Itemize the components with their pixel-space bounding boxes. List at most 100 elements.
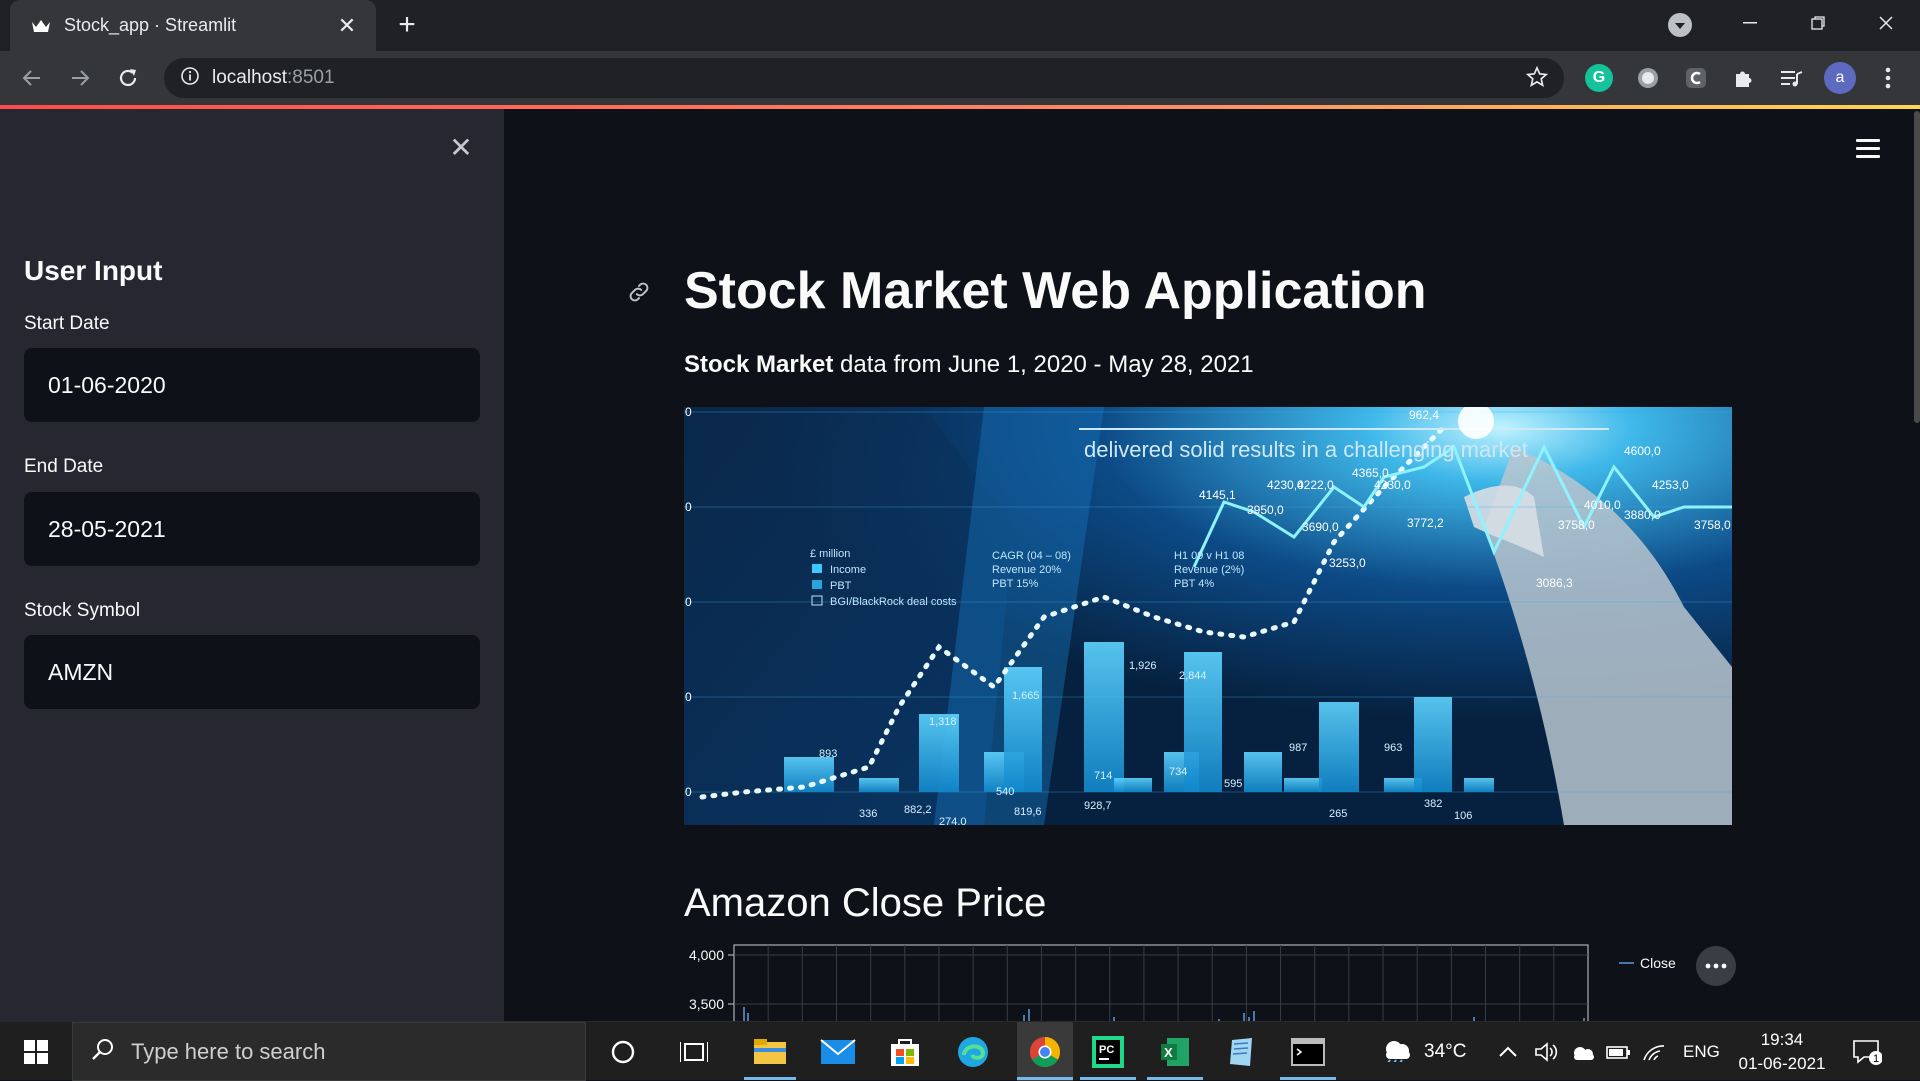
hero-bar [1414,697,1452,792]
notifications-icon[interactable]: 1 [1852,1022,1882,1081]
browser-menu-icon[interactable] [1874,64,1902,92]
close-window-button[interactable] [1852,0,1920,45]
main-content: Stock Market Web Application Stock Marke… [504,109,1920,1021]
sidebar-close-icon[interactable]: ✕ [446,133,476,163]
hero-bar-label: 2,844 [1179,670,1207,682]
forward-arrow-icon[interactable] [64,62,96,94]
hero-point-label: 4230,0 [1374,478,1411,492]
extension-circle-icon[interactable] [1634,64,1662,92]
file-explorer-icon[interactable] [748,1030,792,1074]
grammarly-extension-icon[interactable]: G [1585,64,1613,92]
hero-point-label: 3690,0 [1302,520,1339,534]
hero-bar-label: 963 [1384,742,1402,754]
hero-bar-label: 274,0 [939,816,967,825]
microsoft-store-icon[interactable] [883,1030,927,1074]
hero-bar-label: 595 [1224,778,1242,790]
mail-icon[interactable] [816,1030,860,1074]
clock-date: 01-06-2021 [1738,1054,1826,1073]
hero-note: CAGR (04 – 08) [992,550,1071,562]
hero-bar-label: 893 [819,748,837,760]
hero-point-label: 4010,0 [1584,498,1621,512]
hero-headline: delivered solid results in a challenging… [1084,437,1528,462]
bookmark-star-icon[interactable] [1525,65,1549,93]
hero-bar [1284,778,1322,792]
clock-time: 19:34 [1760,1030,1804,1049]
info-icon[interactable] [180,66,200,91]
hero-point-label: 3950,0 [1247,503,1284,517]
end-date-input[interactable]: 28-05-2021 [24,492,480,566]
hero-bar-label: 734 [1169,766,1187,778]
notification-count: 1 [1873,1053,1879,1065]
chrome-icon[interactable] [1017,1022,1073,1081]
hero-point-label: 3253,0 [1329,556,1366,570]
reload-icon[interactable] [112,62,144,94]
end-date-label: End Date [24,456,104,477]
media-queue-icon[interactable] [1778,64,1806,92]
stock-symbol-input[interactable]: AMZN [24,635,480,709]
hero-bar-label: 106 [1454,810,1472,822]
hero-bar [1004,667,1042,792]
hero-bar-label: 928,7 [1084,800,1112,812]
scrollbar-thumb[interactable] [1914,111,1920,423]
hero-point-label: 962,4 [1409,408,1439,422]
hero-point-label: 4600,0 [1624,444,1661,458]
hero-bar-label: 1,318 [929,716,957,728]
chart-y-tick-label: 4,000 [689,947,724,963]
edge-browser-icon[interactable] [951,1030,995,1074]
restore-button[interactable] [1784,0,1852,45]
show-hidden-icons-chevron-icon[interactable] [1498,1022,1518,1081]
extension-c-icon[interactable] [1682,64,1710,92]
address-bar[interactable]: localhost:8501 [164,58,1564,98]
wifi-icon[interactable] [1642,1022,1666,1081]
cortana-icon[interactable] [601,1030,645,1074]
new-tab-button[interactable]: + [390,8,424,42]
browser-tab[interactable]: Stock_app · Streamlit ✕ [10,0,376,51]
tab-title: Stock_app · Streamlit [64,15,237,35]
windows-start-icon[interactable] [0,1022,72,1081]
window-controls [1716,0,1920,45]
sidebar: ✕ User Input Start Date 01-06-2020 End D… [0,109,504,1021]
search-icon [91,1037,115,1066]
hero-note: PBT 15% [992,578,1038,590]
hero-axis-tick: 0 [685,500,692,514]
extensions-puzzle-icon[interactable] [1730,64,1758,92]
hero-bar-label: 540 [996,786,1014,798]
hero-bar-label: 882,2 [904,804,932,816]
hamburger-menu-icon[interactable] [1856,139,1880,161]
hero-legend-item: Income [830,564,866,576]
tab-close-icon[interactable]: ✕ [334,13,360,39]
pycharm-icon[interactable]: PC [1086,1030,1130,1074]
hero-legend-item: BGI/BlackRock deal costs [830,596,957,608]
excel-icon[interactable]: X [1153,1030,1197,1074]
hero-note: H1 09 v H1 08 [1174,550,1244,562]
link-anchor-icon[interactable] [626,279,652,310]
taskbar-search-box[interactable]: Type here to search [72,1022,586,1081]
onedrive-icon[interactable] [1570,1022,1596,1081]
page-title: Stock Market Web Application [684,262,1427,320]
back-arrow-icon[interactable] [16,62,48,94]
battery-icon[interactable] [1606,1022,1632,1081]
system-clock[interactable]: 19:34 01-06-2021 [1732,1028,1832,1076]
tab-search-button[interactable] [1668,13,1692,37]
hero-point-label: 3772,2 [1407,516,1444,530]
volume-icon[interactable] [1534,1022,1558,1081]
hero-point-label: 3758,0 [1558,518,1595,532]
svg-text:PC: PC [1099,1044,1114,1056]
minimize-button[interactable] [1716,0,1784,45]
terminal-icon[interactable] [1286,1030,1330,1074]
start-date-input[interactable]: 01-06-2020 [24,348,480,422]
hero-note: Revenue (2%) [1174,564,1244,576]
hero-bar-label: 265 [1329,808,1347,820]
weather-cloud-icon [1380,1036,1414,1068]
chart-plot-frame [733,944,1589,1021]
subtitle-bold: Stock Market [684,351,834,378]
notepad-icon[interactable] [1220,1030,1264,1074]
chart-more-options-button[interactable] [1696,946,1736,986]
task-view-icon[interactable] [672,1030,716,1074]
hero-point-label: 4253,0 [1652,478,1689,492]
hero-bar-label: 382 [1424,798,1442,810]
weather-widget[interactable]: 34°C [1380,1022,1466,1081]
profile-avatar[interactable]: a [1824,62,1856,94]
hero-note: Revenue 20% [992,564,1061,576]
language-indicator[interactable]: ENG [1683,1022,1720,1081]
